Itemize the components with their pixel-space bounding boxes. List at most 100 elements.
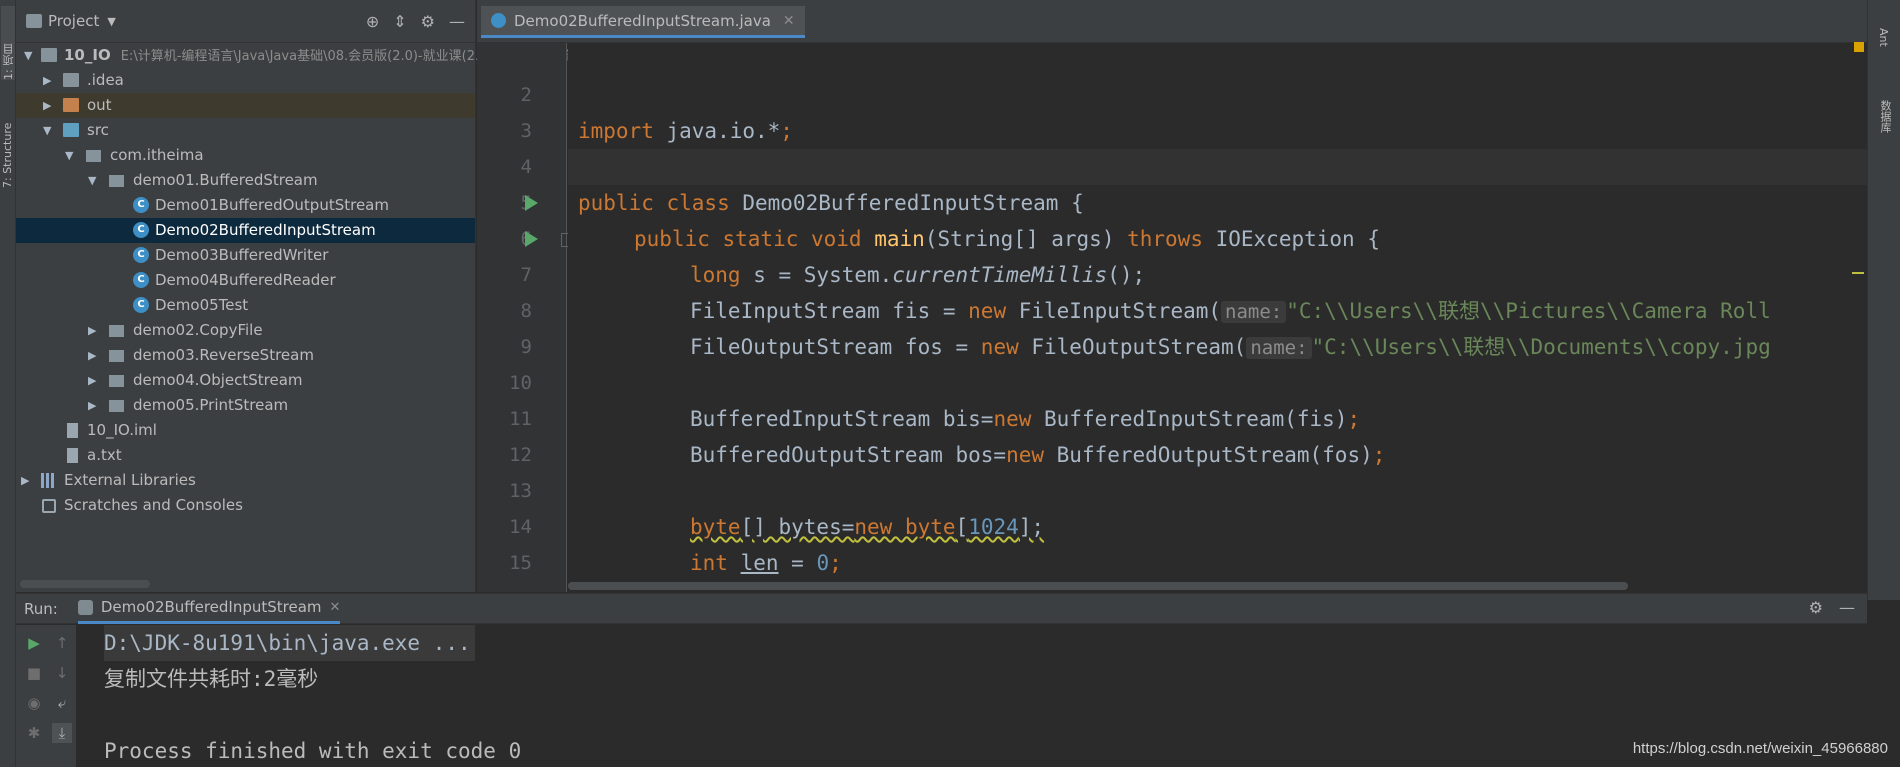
code-line-3: import java.io.*;: [578, 119, 793, 143]
parameter-hint: name:: [1221, 301, 1287, 323]
run-toolbar: ▶ ↑ ■ ↓ ◉ ⤶ ✱ ⤓: [16, 625, 76, 767]
editor-horizontal-scrollbar[interactable]: [568, 582, 1628, 590]
scroll-down-icon[interactable]: ↓: [52, 663, 72, 683]
right-tool-strip: Ant 数据库: [1867, 0, 1900, 600]
run-main-icon[interactable]: [525, 231, 538, 247]
scroll-up-icon[interactable]: ↑: [52, 633, 72, 653]
project-horizontal-scrollbar[interactable]: [20, 580, 150, 588]
code-line-5: public class Demo02BufferedInputStream {: [578, 191, 1084, 215]
tree-item-label: demo05.PrintStream: [133, 396, 289, 414]
tree-item-label: a.txt: [87, 446, 122, 464]
run-tab[interactable]: Demo02BufferedInputStream ✕: [77, 594, 341, 624]
tree-item-root[interactable]: ▼ 10_IOE:\计算机-编程语言\Java\Java基础\08.会员版(2.…: [16, 43, 1447, 68]
soft-wrap-icon[interactable]: ⤶: [52, 693, 72, 713]
tree-item-class[interactable]: C Demo05Test: [16, 293, 475, 318]
run-tab-label: Demo02BufferedInputStream: [100, 598, 322, 616]
locate-icon[interactable]: ⊕: [366, 12, 379, 31]
tree-item-external-libraries[interactable]: ▶ External Libraries: [16, 468, 475, 493]
java-class-icon: C: [133, 222, 149, 238]
tree-item-package[interactable]: ▶ demo04.ObjectStream: [16, 368, 475, 393]
line-number: 2: [520, 84, 532, 106]
line-number: 7: [520, 264, 532, 286]
parameter-hint: name:: [1246, 337, 1312, 359]
gear-icon[interactable]: ⚙: [421, 12, 435, 31]
project-view-icon: [26, 14, 42, 28]
gear-icon[interactable]: ⚙: [1809, 598, 1823, 617]
warning-marker-icon[interactable]: [1854, 42, 1864, 52]
scroll-to-end-icon[interactable]: ⤓: [52, 723, 72, 743]
ant-tool-tab[interactable]: Ant: [1877, 28, 1890, 47]
close-icon[interactable]: ✕: [330, 600, 341, 615]
console-line-exit: Process finished with exit code 0: [104, 739, 522, 763]
code-editor[interactable]: import java.io.*; public class Demo02Buf…: [568, 43, 1867, 592]
editor-tab-bar: Demo02BufferedInputStream.java ✕: [477, 0, 1867, 43]
code-line-7: long s = System.currentTimeMillis();: [690, 263, 1146, 287]
run-config-icon: [77, 599, 93, 615]
package-icon: [109, 400, 124, 412]
tree-item-class[interactable]: C Demo03BufferedWriter: [16, 243, 475, 268]
stop-icon[interactable]: ■: [24, 663, 44, 683]
tree-item-label: demo04.ObjectStream: [133, 371, 303, 389]
text-file-icon: [67, 448, 78, 463]
editor-tab-active[interactable]: Demo02BufferedInputStream.java ✕: [481, 6, 805, 38]
line-number: 15: [509, 552, 532, 574]
tree-item-class-selected[interactable]: C Demo02BufferedInputStream: [16, 218, 475, 243]
close-icon[interactable]: ✕: [783, 13, 795, 29]
database-tool-tab[interactable]: 数据库: [1877, 100, 1893, 133]
tree-item-label: src: [87, 121, 109, 139]
package-icon: [109, 375, 124, 387]
line-number: 3: [520, 120, 532, 142]
rerun-icon[interactable]: ▶: [24, 633, 44, 653]
code-line-6: public static void main(String[] args) t…: [634, 227, 1380, 251]
tree-item-label: .idea: [87, 71, 124, 89]
minimize-icon[interactable]: —: [1839, 598, 1855, 617]
project-tool-tab[interactable]: 1: 项目: [1, 6, 15, 80]
tree-item-package[interactable]: ▶ demo05.PrintStream: [16, 393, 475, 418]
package-icon: [109, 175, 124, 187]
tree-item-label: Demo02BufferedInputStream: [155, 221, 376, 239]
tree-item-label: External Libraries: [64, 471, 196, 489]
run-class-icon[interactable]: [525, 195, 538, 211]
code-line-9: FileOutputStream fos = new FileOutputStr…: [690, 335, 1771, 359]
java-class-icon: C: [133, 297, 149, 313]
console-line-output: 复制文件共耗时:2毫秒: [104, 667, 319, 691]
left-tool-strip: 1: 项目 7: Structure: [0, 0, 16, 767]
package-icon: [109, 325, 124, 337]
editor-gutter: 2 3 4 5 6 7 8 9 10 11 12 13 14 15: [477, 43, 571, 592]
tree-item-package[interactable]: ▼ com.itheima: [16, 143, 475, 168]
collapse-all-icon[interactable]: ⇕: [393, 12, 406, 31]
source-folder-icon: [63, 123, 79, 137]
code-line-14: byte[] bytes=new byte[1024];: [690, 515, 1045, 539]
tree-item-file[interactable]: 10_IO.iml: [16, 418, 475, 443]
tree-item-label: Demo03BufferedWriter: [155, 246, 329, 264]
tree-item-out[interactable]: ▶ out: [16, 93, 475, 118]
project-panel: Project ▼ ⊕ ⇕ ⚙ — ▼ 10_IOE:\计算机-编程语言\Jav…: [16, 0, 1447, 592]
project-tree: ▼ 10_IOE:\计算机-编程语言\Java\Java基础\08.会员版(2.…: [16, 43, 1447, 518]
tree-item-label: Demo04BufferedReader: [155, 271, 336, 289]
tree-item-package[interactable]: ▼ demo01.BufferedStream: [16, 168, 475, 193]
tree-item-label: demo02.CopyFile: [133, 321, 263, 339]
tree-item-package[interactable]: ▶ demo02.CopyFile: [16, 318, 475, 343]
line-number: 14: [509, 516, 532, 538]
error-stripe-marker[interactable]: [1852, 272, 1864, 274]
settings-icon[interactable]: ✱: [24, 723, 44, 743]
java-class-icon: C: [133, 197, 149, 213]
tree-item-file[interactable]: a.txt: [16, 443, 475, 468]
excluded-folder-icon: [63, 98, 79, 112]
tree-item-label: demo01.BufferedStream: [133, 171, 318, 189]
chevron-down-icon[interactable]: ▼: [107, 15, 115, 28]
root-module-name: 10_IO: [64, 46, 111, 64]
line-number: 9: [520, 336, 532, 358]
structure-tool-tab[interactable]: 7: Structure: [1, 100, 15, 188]
tree-item-src[interactable]: ▼ src: [16, 118, 475, 143]
run-panel: Run: Demo02BufferedInputStream ✕ ⚙ — ▶ ↑…: [16, 593, 1867, 767]
tree-item-class[interactable]: C Demo04BufferedReader: [16, 268, 475, 293]
camera-icon[interactable]: ◉: [24, 693, 44, 713]
tree-item-class[interactable]: C Demo01BufferedOutputStream: [16, 193, 475, 218]
tree-item-package[interactable]: ▶ demo03.ReverseStream: [16, 343, 475, 368]
project-panel-title[interactable]: Project: [48, 12, 99, 30]
minimize-icon[interactable]: —: [449, 12, 465, 31]
tree-item-idea[interactable]: ▶ .idea: [16, 68, 475, 93]
editor-tab-label: Demo02BufferedInputStream.java: [514, 11, 771, 30]
tree-item-scratches[interactable]: Scratches and Consoles: [16, 493, 475, 518]
